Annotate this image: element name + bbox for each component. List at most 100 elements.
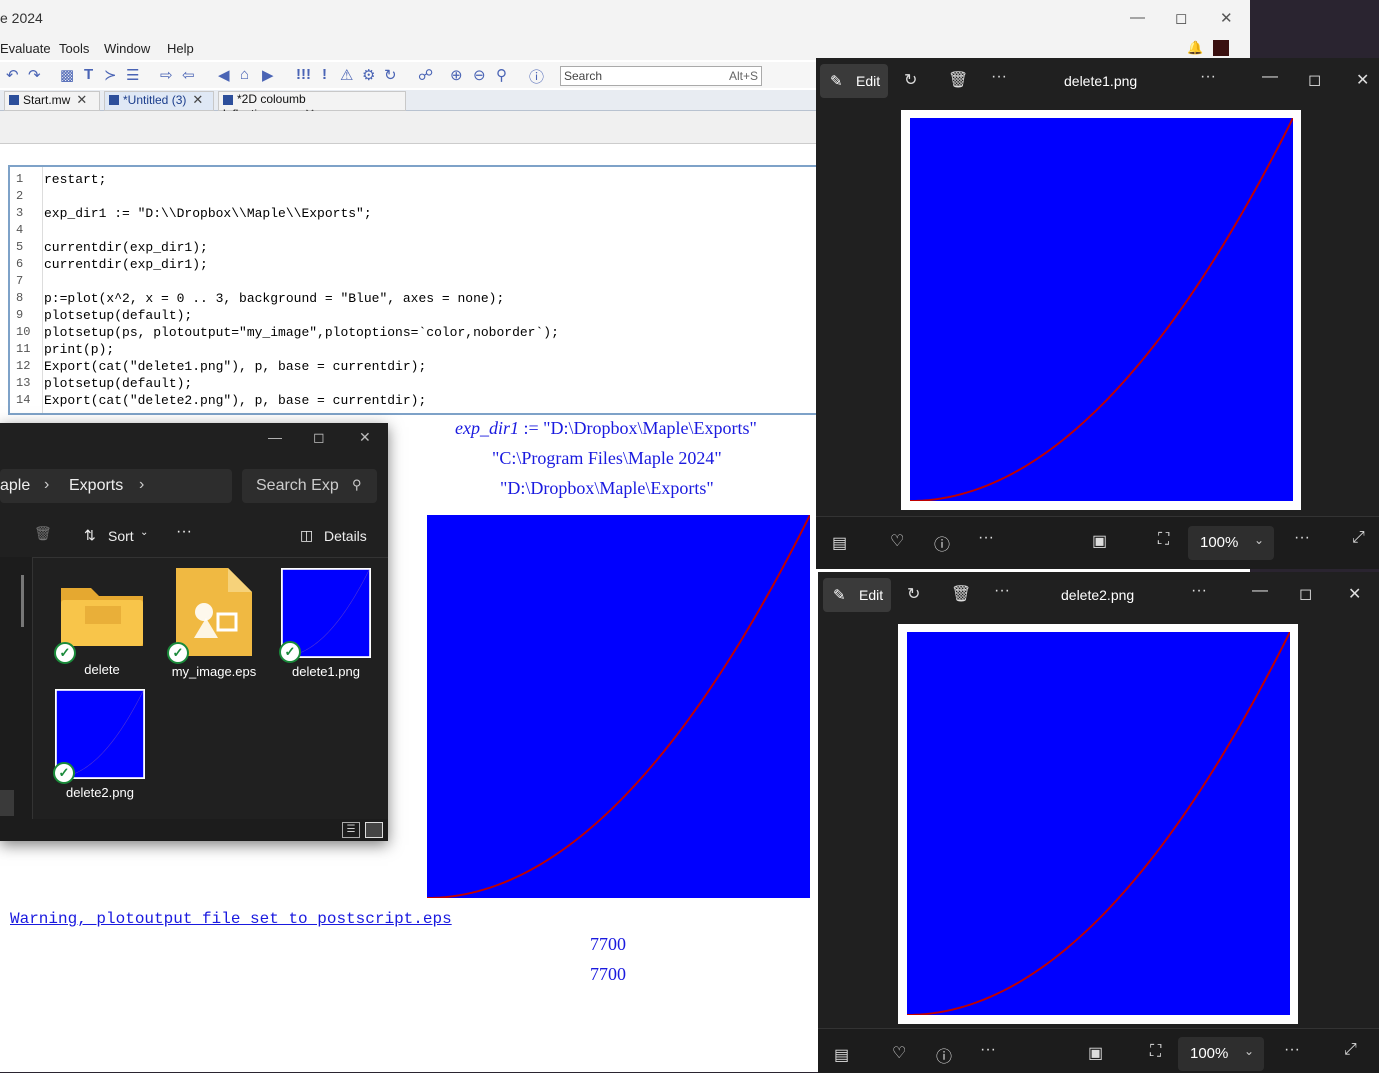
breadcrumb-current[interactable]: Exports [69, 477, 123, 495]
nav-scrollbar[interactable] [21, 575, 24, 627]
close-icon[interactable]: ✕ [1356, 70, 1369, 90]
zoom-dropdown[interactable]: 100% ⌄ [1178, 1037, 1264, 1071]
filmstrip-icon[interactable]: ▤ [834, 1045, 849, 1065]
close-icon[interactable]: ✕ [359, 429, 371, 446]
address-bar[interactable]: aple › Exports › [0, 469, 232, 503]
code-line[interactable]: plotsetup(default); [44, 308, 192, 323]
more-icon[interactable]: ··· [980, 1041, 996, 1059]
sort-button[interactable]: Sort [108, 528, 134, 544]
code-edit-region[interactable]: 1 restart; 2 3 exp_dir1 := "D:\\Dropbox\\Map… [8, 165, 818, 415]
undo-icon[interactable]: ↶ [6, 66, 19, 84]
list-icon[interactable]: ☰ [126, 66, 139, 84]
filmstrip-icon[interactable]: ▤ [832, 533, 847, 553]
execute-all-icon[interactable]: !!! [296, 66, 311, 83]
file-item-my-image-eps[interactable]: ✓ my_image.eps [164, 568, 264, 679]
back-icon[interactable]: ◀ [218, 66, 230, 84]
chevron-right-icon[interactable]: › [139, 476, 144, 494]
indent-icon[interactable]: ⇨ [160, 66, 173, 84]
visual-search-icon[interactable]: ▣ [1092, 531, 1107, 551]
edit-button[interactable]: ✎ Edit [823, 578, 891, 612]
zoom-icon[interactable]: ⚲ [496, 66, 507, 84]
warning-message[interactable]: Warning, plotoutput file set to postscri… [10, 910, 452, 928]
details-button[interactable]: Details [324, 528, 367, 544]
rotate-icon[interactable]: ↻ [904, 70, 917, 90]
code-line[interactable]: p:=plot(x^2, x = 0 .. 3, background = "B… [44, 291, 504, 306]
plot-output[interactable] [427, 515, 810, 898]
select-icon[interactable]: ▩ [60, 66, 74, 84]
minimize-icon[interactable]: — [268, 429, 282, 445]
photo-image[interactable] [910, 118, 1293, 501]
maximize-icon[interactable]: ◻ [1299, 584, 1312, 604]
code-line[interactable]: Export(cat("delete1.png"), p, base = cur… [44, 359, 426, 374]
menu-evaluate[interactable]: Evaluate [0, 41, 51, 56]
more-icon[interactable]: ··· [176, 523, 192, 541]
close-icon[interactable]: ✕ [1348, 584, 1361, 604]
maximize-icon[interactable]: ◻ [1175, 9, 1187, 27]
info-icon[interactable]: ⓘ [936, 1043, 952, 1067]
text-mode-icon[interactable]: T [84, 66, 93, 83]
file-item-delete-folder[interactable]: ✓ delete [52, 568, 152, 677]
delete-icon[interactable]: 🗑 [948, 70, 968, 90]
explorer-search-input[interactable]: Search Exp ⚲ [242, 469, 377, 503]
minimize-icon[interactable]: — [1130, 9, 1145, 26]
fit-to-window-icon[interactable]: ⛶ [1150, 1043, 1161, 1061]
zoom-out-icon[interactable]: ⊖ [473, 66, 486, 84]
close-icon[interactable]: ✕ [1220, 9, 1233, 27]
fullscreen-icon[interactable]: ⤢ [1352, 529, 1365, 547]
menu-tools[interactable]: Tools [59, 41, 89, 56]
file-item-delete2-png[interactable]: ✓ delete2.png [50, 689, 150, 800]
forward-icon[interactable]: ▶ [262, 66, 274, 84]
outdent-icon[interactable]: ⇦ [182, 66, 195, 84]
code-line[interactable]: Export(cat("delete2.png"), p, base = cur… [44, 393, 426, 408]
tab-coulomb[interactable]: *2D coloumb deflections.mw✕ [218, 91, 406, 121]
close-tab-icon[interactable]: ✕ [192, 92, 203, 107]
breadcrumb-parent[interactable]: aple [0, 477, 30, 495]
maximize-icon[interactable]: ◻ [1308, 70, 1321, 90]
code-line[interactable]: plotsetup(ps, plotoutput="my_image",plot… [44, 325, 559, 340]
menu-help[interactable]: Help [167, 41, 194, 56]
visual-search-icon[interactable]: ▣ [1088, 1043, 1103, 1063]
minimize-icon[interactable]: — [1262, 68, 1278, 86]
fullscreen-icon[interactable]: ⤢ [1344, 1041, 1357, 1059]
maple-search-input[interactable]: Search Alt+S [560, 66, 762, 86]
photo-image[interactable] [907, 632, 1290, 1015]
debug-icon[interactable]: ⚙ [362, 66, 375, 84]
maximize-icon[interactable]: ◻ [313, 429, 325, 446]
more-icon[interactable]: ··· [978, 529, 994, 547]
more-icon[interactable]: ··· [994, 582, 1010, 600]
bell-icon[interactable]: 🔔 [1187, 40, 1203, 56]
tab-start[interactable]: Start.mw ✕ [4, 91, 100, 111]
info-icon[interactable]: ⓘ [934, 531, 950, 555]
file-item-delete1-png[interactable]: ✓ delete1.png [276, 568, 376, 679]
code-line[interactable]: plotsetup(default); [44, 376, 192, 391]
favorite-icon[interactable]: ♡ [890, 531, 904, 551]
more-icon[interactable]: ··· [1294, 529, 1310, 547]
zoom-in-icon[interactable]: ⊕ [450, 66, 463, 84]
math-mode-icon[interactable]: ≻ [104, 66, 117, 84]
link-icon[interactable]: ☍ [418, 66, 433, 84]
code-line[interactable]: restart; [44, 172, 106, 187]
zoom-dropdown[interactable]: 100% ⌄ [1188, 526, 1274, 560]
more-icon[interactable]: ··· [1284, 1041, 1300, 1059]
code-line[interactable]: print(p); [44, 342, 114, 357]
more-icon[interactable]: ··· [1200, 68, 1216, 86]
code-line[interactable]: currentdir(exp_dir1); [44, 257, 208, 272]
avatar[interactable] [1213, 40, 1229, 56]
close-tab-icon[interactable]: ✕ [76, 92, 87, 107]
menu-window[interactable]: Window [104, 41, 150, 56]
edit-button[interactable]: ✎ Edit [820, 64, 888, 98]
tab-untitled[interactable]: *Untitled (3) ✕ [104, 91, 214, 111]
home-icon[interactable]: ⌂ [240, 66, 249, 83]
rotate-icon[interactable]: ↻ [907, 584, 920, 604]
delete-icon[interactable]: 🗑 [951, 584, 971, 604]
help-icon[interactable]: ⓘ [529, 66, 544, 87]
favorite-icon[interactable]: ♡ [892, 1043, 906, 1063]
list-view-icon[interactable]: ☰ [342, 822, 360, 838]
execute-icon[interactable]: ! [322, 66, 327, 83]
code-line[interactable]: exp_dir1 := "D:\\Dropbox\\Maple\\Exports… [44, 206, 372, 221]
nav-selected-item[interactable] [0, 790, 14, 816]
more-icon[interactable]: ··· [991, 68, 1007, 86]
stop-icon[interactable]: ⚠ [340, 66, 353, 84]
redo-icon[interactable]: ↷ [28, 66, 41, 84]
delete-icon[interactable]: 🗑 [34, 525, 52, 542]
